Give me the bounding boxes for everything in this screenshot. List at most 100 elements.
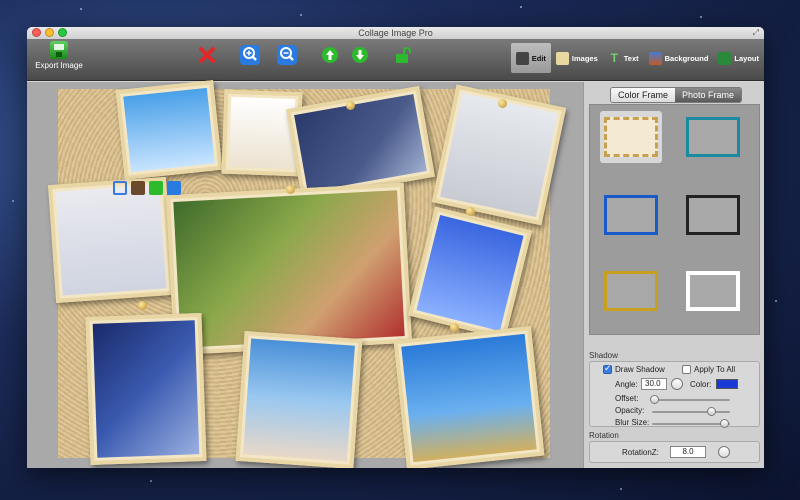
shadow-panel: Draw Shadow Apply To All Angle: 30.0 Col… [589, 361, 760, 428]
rotation-panel: RotationZ: 8.0 [589, 441, 760, 463]
window-title: Collage Image Pro [358, 28, 433, 38]
arrow-up-icon [322, 47, 338, 63]
text-icon: T [610, 50, 618, 65]
checkbox[interactable] [682, 365, 691, 375]
frame-option[interactable] [682, 111, 744, 163]
mode-tabs: Edit Images T Text Background Layout [510, 39, 764, 80]
star [80, 8, 82, 10]
zoom-in-icon [243, 47, 257, 61]
star [620, 488, 622, 490]
opacity-slider[interactable] [652, 407, 730, 416]
tab-edit[interactable]: Edit [510, 43, 551, 73]
tab-background[interactable]: Background [644, 43, 714, 73]
star [520, 6, 522, 8]
send-backward-button[interactable] [350, 45, 370, 65]
bring-forward-button[interactable] [320, 45, 340, 65]
crop-icon[interactable] [113, 181, 127, 195]
background-icon [648, 51, 662, 65]
collage-canvas[interactable] [48, 80, 567, 468]
fullscreen-icon[interactable]: ⤢ [753, 28, 759, 38]
apply-to-all-label: Apply To All [694, 365, 736, 374]
export-icon [50, 41, 68, 59]
draw-shadow-label: Draw Shadow [615, 365, 665, 374]
offset-knob[interactable] [649, 395, 659, 404]
arrow-up-icon[interactable] [149, 181, 163, 195]
zoom-out-button[interactable] [277, 45, 297, 65]
pin [138, 301, 147, 310]
offset-label: Offset: [615, 394, 639, 403]
star [12, 200, 14, 202]
collage-photo[interactable] [115, 80, 223, 180]
angle-field[interactable]: 30.0 [641, 378, 667, 390]
frame-option[interactable] [682, 265, 744, 317]
tab-layout[interactable]: Layout [713, 43, 764, 73]
color-frame-segment[interactable]: Color Frame [611, 88, 676, 102]
rotation-title: Rotation [589, 431, 619, 440]
export-image-button[interactable]: Export Image [35, 41, 83, 70]
rotation-dial[interactable] [718, 446, 730, 458]
angle-label: Angle: [615, 380, 638, 389]
toolbar: Export Image Edit Images T Text Backgrou… [27, 39, 764, 81]
opacity-knob[interactable] [706, 407, 716, 416]
collage-photo[interactable] [235, 331, 363, 468]
selection-tools [113, 181, 181, 195]
arrow-down-icon [352, 47, 368, 63]
tab-label: Edit [531, 53, 546, 63]
pin [498, 99, 507, 108]
title-bar: Collage Image Pro ⤢ [27, 27, 764, 39]
shadow-title: Shadow [589, 351, 618, 360]
collage-photo[interactable] [393, 326, 545, 468]
canvas-area [27, 80, 583, 468]
rotation-label: RotationZ: [622, 448, 659, 457]
frame-option[interactable] [682, 189, 744, 241]
export-label: Export Image [35, 61, 83, 70]
tab-label: Background [664, 53, 709, 63]
unlock-button[interactable] [393, 45, 413, 65]
photo-frame-segment[interactable]: Photo Frame [675, 88, 742, 102]
zoom-out-icon [280, 47, 294, 61]
blur-label: Blur Size: [615, 418, 650, 427]
star [775, 300, 777, 302]
shadow-color-well[interactable] [716, 379, 738, 389]
frame-type-segmented: Color Frame Photo Frame [610, 87, 743, 103]
frame-option[interactable] [600, 189, 662, 241]
pin [466, 207, 475, 216]
tab-label: Text [623, 53, 639, 63]
zoom-in-button[interactable] [240, 45, 260, 65]
checkbox[interactable] [603, 363, 612, 375]
edit-icon [515, 51, 529, 65]
inspector-panel: Color Frame Photo Frame Shadow ✓Draw Sha… [583, 82, 764, 468]
app-window: Collage Image Pro ⤢ Export Image Edit Im… [27, 27, 764, 468]
draw-shadow-checkbox[interactable]: Draw Shadow [603, 363, 665, 375]
frame-option[interactable] [600, 265, 662, 317]
frame-gallery [589, 104, 760, 335]
unlock-icon [396, 47, 411, 63]
tab-text[interactable]: T Text [603, 43, 644, 73]
blur-slider[interactable] [652, 419, 730, 428]
pin [346, 101, 355, 110]
star [150, 480, 152, 482]
collage-photo[interactable] [85, 313, 207, 465]
frame-option[interactable] [600, 111, 662, 163]
tab-images[interactable]: Images [551, 43, 603, 73]
collage-photo-selected[interactable] [165, 182, 413, 356]
blur-knob[interactable] [719, 419, 729, 428]
color-label: Color: [690, 380, 712, 389]
star [300, 14, 302, 16]
photo-icon[interactable] [131, 181, 145, 195]
delete-button[interactable] [197, 45, 217, 65]
angle-dial[interactable] [671, 378, 683, 390]
images-icon [555, 51, 569, 65]
tab-label: Layout [734, 53, 759, 63]
collage-photo[interactable] [48, 177, 174, 303]
apply-to-all-checkbox[interactable]: Apply To All [682, 365, 736, 375]
tab-label: Images [571, 53, 598, 63]
red-x-icon [199, 47, 215, 63]
star [700, 16, 702, 18]
zoom-icon[interactable] [167, 181, 181, 195]
rotation-field[interactable]: 8.0 [670, 446, 706, 458]
pin [450, 323, 459, 332]
pin [286, 185, 295, 194]
offset-slider[interactable] [649, 395, 730, 404]
opacity-label: Opacity: [615, 406, 645, 415]
